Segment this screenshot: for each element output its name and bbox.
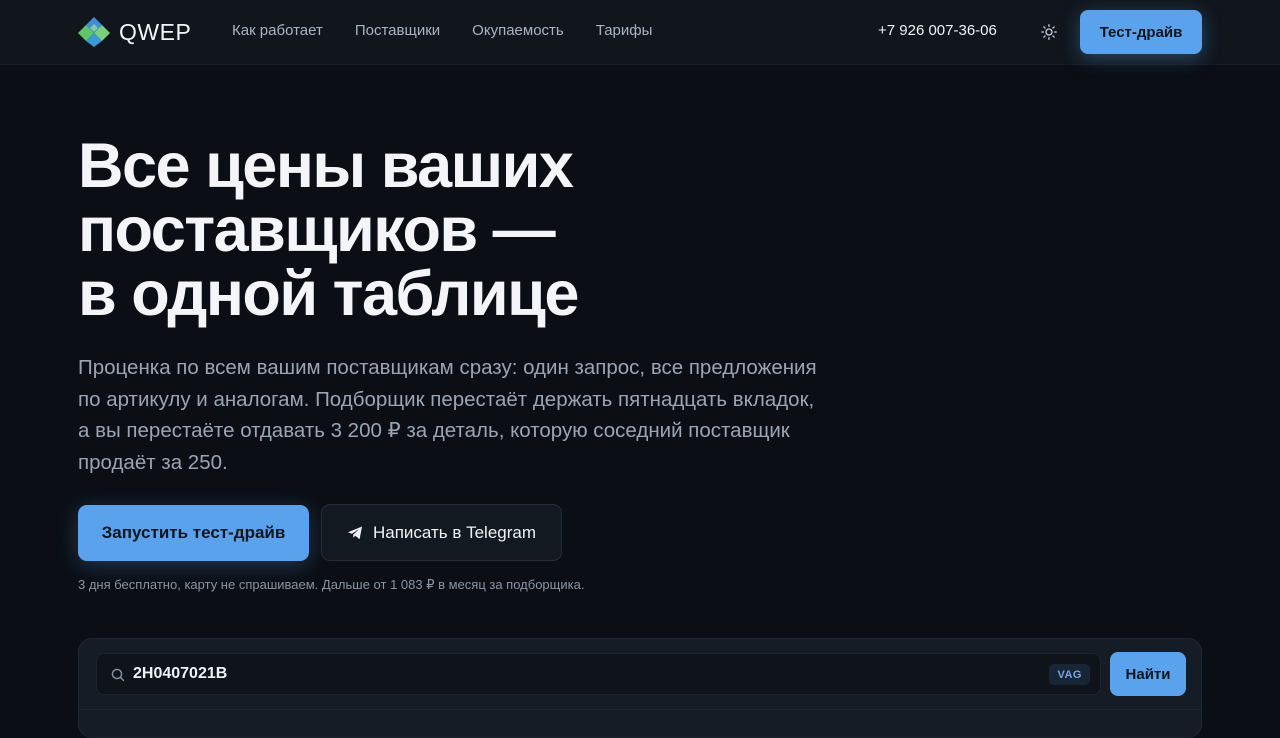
trial-note: 3 дня бесплатно, карту не спрашиваем. Да… <box>78 577 585 592</box>
logo[interactable]: QWEP <box>78 16 191 48</box>
brand-badge: VAG <box>1049 664 1090 685</box>
test-drive-button[interactable]: Тест-драйв <box>1080 10 1202 54</box>
telegram-button-label: Написать в Telegram <box>372 522 537 542</box>
telegram-button[interactable]: Написать в Telegram <box>321 504 562 561</box>
nav-item-payback[interactable]: Окупаемость <box>472 22 564 39</box>
find-button[interactable]: Найти <box>1110 652 1186 696</box>
hero-title-line: Все цены ваших <box>78 131 574 201</box>
hero-subtitle-line: Проценка по всем вашим поставщикам сразу… <box>78 356 817 379</box>
site-header: QWEP Как работает Поставщики Окупаемость… <box>0 0 1280 65</box>
qwep-logo-icon <box>78 17 110 47</box>
theme-toggle-button[interactable] <box>1039 22 1059 42</box>
telegram-icon <box>347 526 362 539</box>
hero-subtitle-line: продаёт за 250. <box>78 450 228 474</box>
nav-item-how-it-works[interactable]: Как работает <box>232 22 323 39</box>
sun-icon <box>1041 24 1057 40</box>
search-demo-panel: VAG Найти <box>78 638 1202 738</box>
main-nav: Как работает Поставщики Окупаемость Тари… <box>232 22 684 39</box>
hero-title-line: поставщиков — <box>78 195 556 265</box>
nav-item-suppliers[interactable]: Поставщики <box>355 22 440 39</box>
panel-divider <box>79 709 1201 710</box>
hero-subtitle-line: а вы перестаёте отдавать 3 200 ₽ за дета… <box>78 419 790 442</box>
hero-title-line: в одной таблице <box>78 259 579 329</box>
part-number-input[interactable] <box>133 654 1033 694</box>
phone-link[interactable]: +7 926 007-36-06 <box>878 22 997 39</box>
search-box: VAG <box>96 653 1101 695</box>
hero-subtitle-line: по артикулу и аналогам. Подборщик перест… <box>78 387 815 411</box>
hero-subtitle: Проценка по всем вашим поставщикам сразу… <box>78 352 878 478</box>
nav-item-pricing[interactable]: Тарифы <box>596 22 653 39</box>
start-test-drive-button[interactable]: Запустить тест-драйв <box>78 505 309 561</box>
logo-text: QWEP <box>119 18 192 45</box>
hero-title: Все цены ваших поставщиков — в одной таб… <box>78 134 778 326</box>
search-icon <box>111 668 125 682</box>
